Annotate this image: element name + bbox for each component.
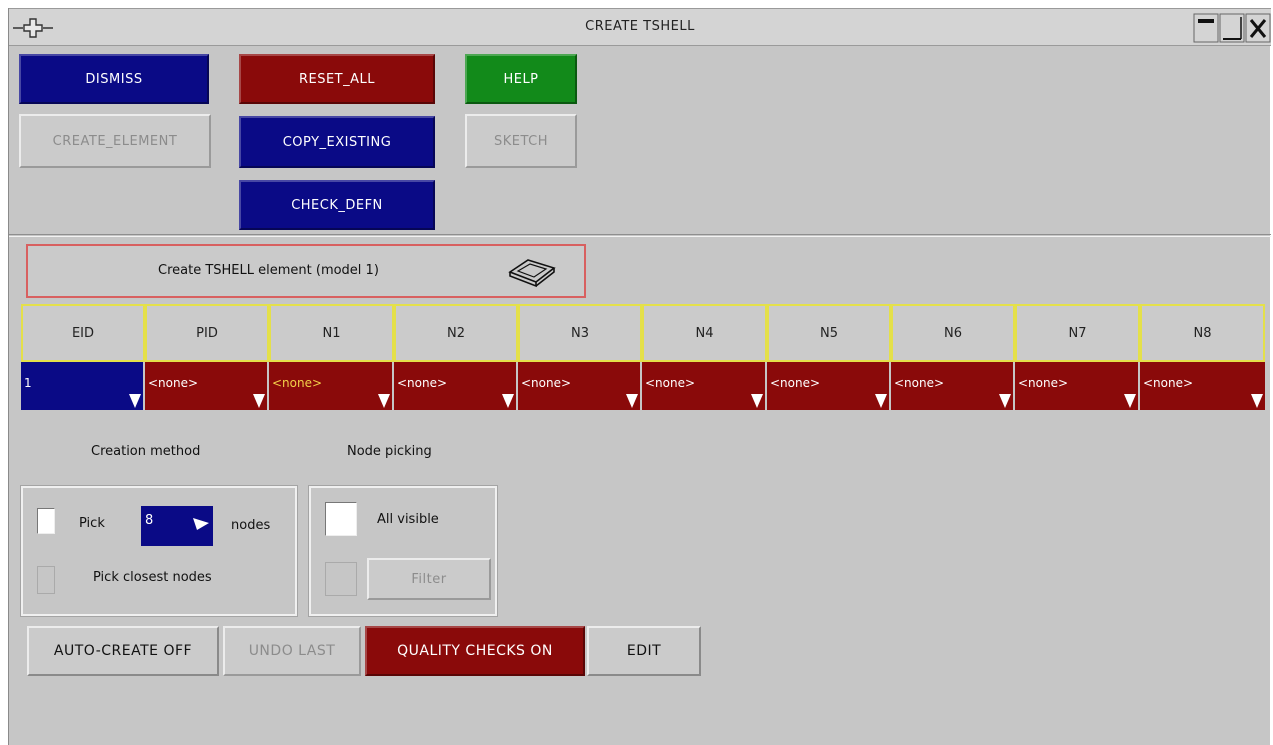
dropdown-corner-icon <box>999 394 1011 408</box>
eid-field[interactable]: 1 <box>21 362 143 410</box>
window-controls <box>1191 13 1271 43</box>
title-bar[interactable]: CREATE TSHELL <box>9 8 1271 46</box>
n8-value: <none> <box>1143 376 1194 390</box>
sketch-button[interactable]: SKETCH <box>465 114 577 168</box>
element-definition-table: EID PID N1 N2 N3 N4 N5 N6 N7 N8 1 <none>… <box>21 304 1265 414</box>
arrow-right-icon <box>193 518 209 530</box>
copy-existing-button[interactable]: COPY_EXISTING <box>239 116 435 168</box>
nodes-label: nodes <box>231 518 271 533</box>
pick-closest-checkbox[interactable] <box>37 566 55 594</box>
window-title: CREATE TSHELL <box>585 19 695 34</box>
header-n4: N4 <box>642 304 767 362</box>
dropdown-corner-icon <box>378 394 390 408</box>
n1-field[interactable]: <none> <box>269 362 392 410</box>
creation-method-group: Pick 8 nodes Pick closest nodes <box>20 485 298 617</box>
tshell-element-icon[interactable] <box>506 256 558 288</box>
n1-value: <none> <box>272 376 323 390</box>
n4-value: <none> <box>645 376 696 390</box>
n5-field[interactable]: <none> <box>767 362 889 410</box>
n8-field[interactable]: <none> <box>1140 362 1265 410</box>
n3-value: <none> <box>521 376 572 390</box>
reset-all-button[interactable]: RESET_ALL <box>239 54 435 104</box>
header-n1: N1 <box>269 304 394 362</box>
check-defn-button[interactable]: CHECK_DEFN <box>239 180 435 230</box>
node-picking-group: All visible Filter <box>308 485 498 617</box>
dismiss-button[interactable]: DISMISS <box>19 54 209 104</box>
header-eid: EID <box>21 304 145 362</box>
n6-field[interactable]: <none> <box>891 362 1013 410</box>
all-visible-label: All visible <box>377 512 439 527</box>
n5-value: <none> <box>770 376 821 390</box>
dropdown-corner-icon <box>751 394 763 408</box>
restore-icon[interactable] <box>1219 13 1245 43</box>
quality-checks-button[interactable]: QUALITY CHECKS ON <box>365 626 585 676</box>
n6-value: <none> <box>894 376 945 390</box>
auto-create-button[interactable]: AUTO-CREATE OFF <box>27 626 219 676</box>
all-visible-checkbox[interactable] <box>325 502 357 536</box>
creation-method-heading: Creation method <box>91 444 201 459</box>
n7-value: <none> <box>1018 376 1069 390</box>
node-count-value: 8 <box>145 513 154 528</box>
eid-value: 1 <box>24 376 32 390</box>
dropdown-corner-icon <box>626 394 638 408</box>
edit-button[interactable]: EDIT <box>587 626 701 676</box>
minimize-icon[interactable] <box>1193 13 1219 43</box>
create-element-button[interactable]: CREATE_ELEMENT <box>19 114 211 168</box>
dropdown-corner-icon <box>253 394 265 408</box>
pid-field[interactable]: <none> <box>145 362 267 410</box>
n2-value: <none> <box>397 376 448 390</box>
header-n8: N8 <box>1140 304 1265 362</box>
filter-checkbox[interactable] <box>325 562 357 596</box>
n4-field[interactable]: <none> <box>642 362 765 410</box>
pid-value: <none> <box>148 376 199 390</box>
help-button[interactable]: HELP <box>465 54 577 104</box>
create-tshell-window: CREATE TSHELL DISMISS RESET_ALL HELP CRE… <box>8 8 1271 745</box>
node-picking-heading: Node picking <box>347 444 432 459</box>
pick-nodes-checkbox[interactable] <box>37 508 55 534</box>
undo-last-button[interactable]: UNDO LAST <box>223 626 361 676</box>
header-pid: PID <box>145 304 269 362</box>
n7-field[interactable]: <none> <box>1015 362 1138 410</box>
dropdown-corner-icon <box>1124 394 1136 408</box>
close-icon[interactable] <box>1245 13 1271 43</box>
filter-button[interactable]: Filter <box>367 558 491 600</box>
pick-label: Pick <box>79 516 105 531</box>
n3-field[interactable]: <none> <box>518 362 640 410</box>
separator <box>9 234 1271 237</box>
header-n5: N5 <box>767 304 891 362</box>
dropdown-corner-icon <box>1251 394 1263 408</box>
header-n7: N7 <box>1015 304 1140 362</box>
n2-field[interactable]: <none> <box>394 362 516 410</box>
pick-closest-label: Pick closest nodes <box>93 570 212 585</box>
create-panel-label: Create TSHELL element (model 1) <box>158 263 379 278</box>
dropdown-corner-icon <box>502 394 514 408</box>
create-panel: Create TSHELL element (model 1) <box>26 244 586 298</box>
header-n3: N3 <box>518 304 642 362</box>
dropdown-corner-icon <box>129 394 141 408</box>
dropdown-corner-icon <box>875 394 887 408</box>
header-n6: N6 <box>891 304 1015 362</box>
node-count-selector[interactable]: 8 <box>141 506 213 546</box>
header-n2: N2 <box>394 304 518 362</box>
